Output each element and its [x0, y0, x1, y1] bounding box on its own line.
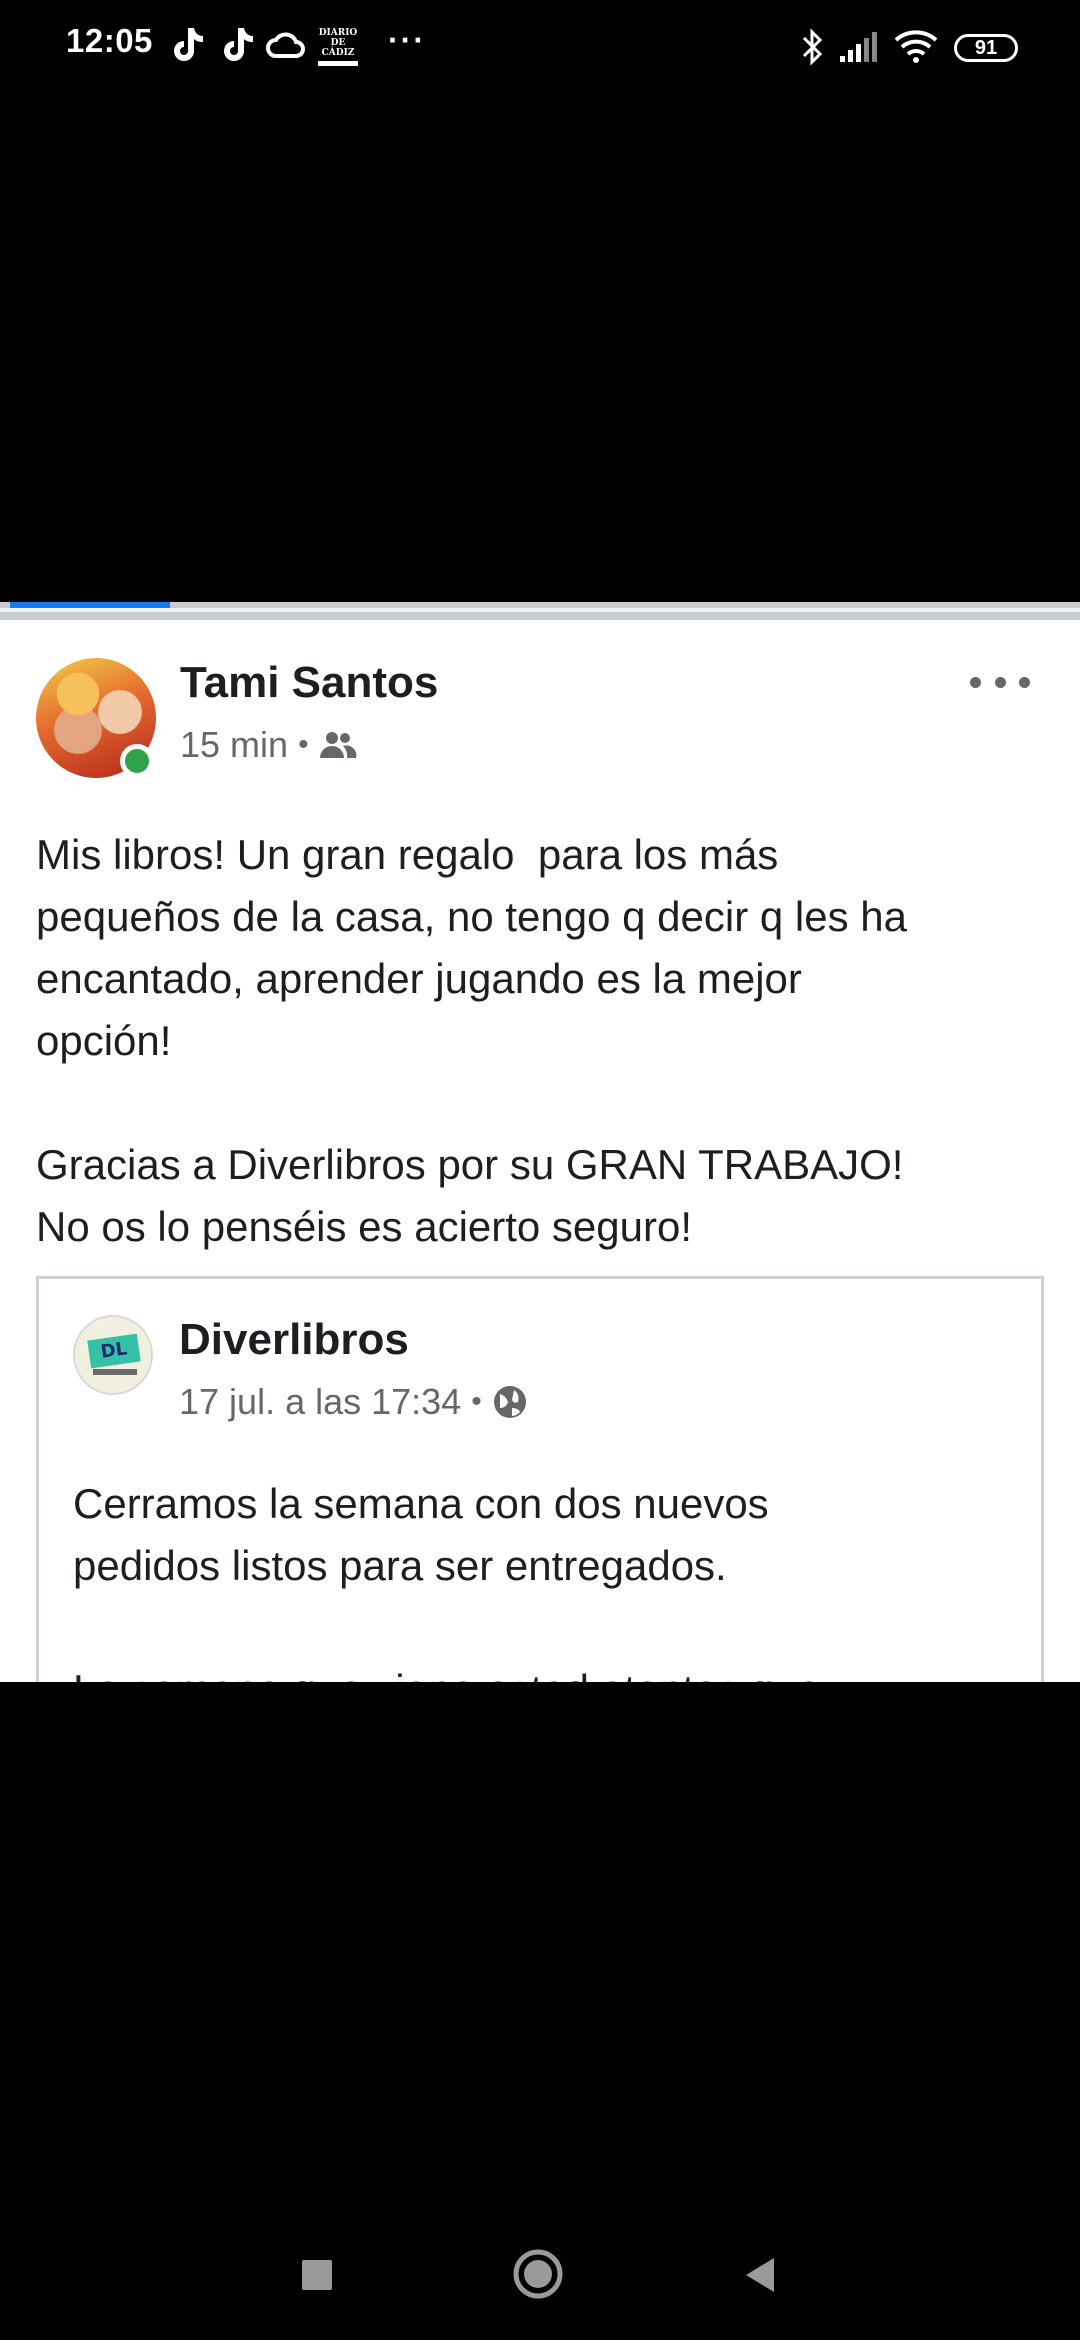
- bluetooth-icon: [802, 28, 823, 66]
- more-notifications-icon: ···: [388, 22, 426, 58]
- signal-icon: [840, 32, 877, 62]
- news-app-label: DIARIO DE CÁDIZ: [318, 28, 358, 58]
- news-app-icon: DIARIO DE CÁDIZ: [318, 28, 358, 66]
- globe-icon: [493, 1386, 526, 1418]
- tiktok-icon: [224, 28, 253, 61]
- loading-strip: [0, 602, 1080, 620]
- home-circle-icon[interactable]: [512, 2248, 564, 2300]
- page-avatar[interactable]: DL: [73, 1315, 153, 1395]
- back-triangle-icon[interactable]: [742, 2256, 778, 2294]
- battery-level: 91: [974, 37, 998, 59]
- status-bar: 12:05 DIARIO DE CÁDIZ ··· 91: [0, 0, 1080, 96]
- author-name[interactable]: Tami Santos: [180, 658, 438, 708]
- shared-page-name[interactable]: Diverlibros: [179, 1315, 409, 1365]
- post-card: Tami Santos 15 min • Mis libros! Un gran…: [0, 602, 1080, 1682]
- shared-post-meta: 17 jul. a las 17:34 •: [179, 1381, 528, 1423]
- shared-post-text: Cerramos la semana con dos nuevos pedido…: [73, 1480, 820, 1682]
- post-time[interactable]: 15 min: [180, 724, 288, 766]
- shared-post[interactable]: DL Diverlibros 17 jul. a las 17:34 • Cer…: [36, 1276, 1044, 1682]
- tiktok-icon: [174, 28, 203, 61]
- meta-separator: •: [471, 1385, 482, 1418]
- online-status-icon: [120, 744, 154, 778]
- friends-icon: [319, 732, 356, 758]
- post-meta: 15 min •: [180, 724, 357, 766]
- shared-post-date[interactable]: 17 jul. a las 17:34: [179, 1381, 461, 1423]
- battery-icon: 91: [954, 34, 1018, 62]
- post-options-button[interactable]: [970, 662, 1030, 702]
- recents-square-icon[interactable]: [300, 2258, 334, 2292]
- cloud-icon: [266, 32, 305, 58]
- wifi-icon: [894, 30, 938, 63]
- status-time: 12:05: [66, 22, 153, 59]
- meta-separator: •: [298, 728, 309, 761]
- post-text: Mis libros! Un gran regalo para los más …: [36, 831, 907, 1250]
- page-logo: DL: [87, 1333, 141, 1369]
